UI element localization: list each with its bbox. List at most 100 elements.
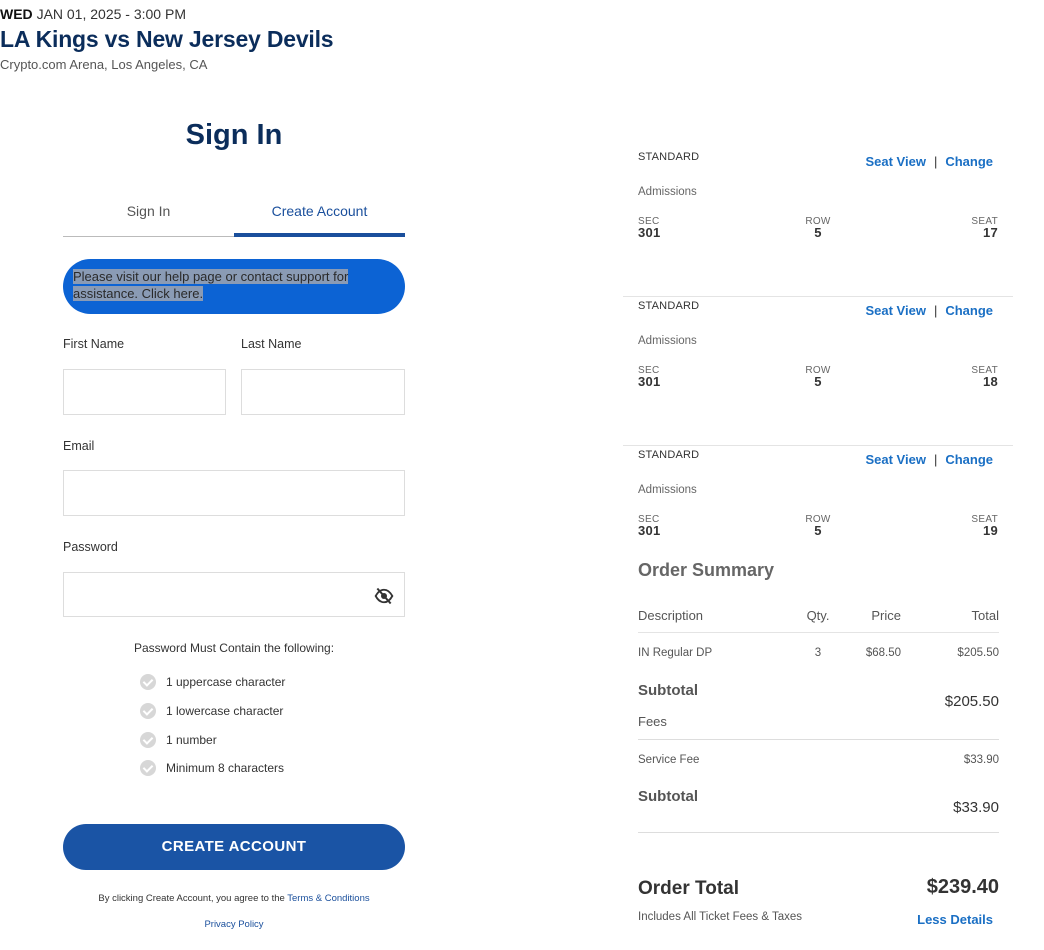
create-account-form: Sign In Sign In Create Account Please vi… [63,110,405,930]
check-icon [140,760,156,776]
ticket-row: ROW 5 [803,365,833,389]
ticket-seat: SEAT 18 [971,365,998,388]
fees-label: Fees [638,714,667,729]
order-total-label: Order Total [638,878,739,899]
ticket-row: ROW 5 [803,514,833,538]
first-name-field[interactable] [63,369,226,415]
password-rule-text: Minimum 8 characters [166,761,285,775]
subtotal-label: Subtotal [638,682,698,699]
order-summary-title: Order Summary [638,560,775,580]
fee-total: $33.90 [963,754,999,766]
help-notice[interactable]: Please visit our help page or contact su… [63,259,405,314]
privacy-link[interactable]: Privacy Policy [204,919,263,930]
ticket-links: Seat View | Change [865,452,993,467]
password-field[interactable] [63,572,405,617]
row-value: 5 [814,374,822,389]
ticket-row: ROW 5 [803,216,833,240]
create-account-button[interactable]: CREATE ACCOUNT [63,824,405,870]
password-rule: Minimum 8 characters [140,760,284,776]
ticket-card: STANDARD Seat View | Change Admissions SEC… [623,446,1013,546]
sec-value: 301 [638,374,661,389]
eye-off-icon[interactable] [374,586,394,606]
password-rule-text: 1 uppercase character [166,675,286,689]
seat-value: 17 [982,225,998,240]
ticket-links: Seat View | Change [865,303,993,318]
line-price: $68.50 [865,647,901,659]
seat-value: 19 [982,523,998,538]
ticket-card: STANDARD Seat View | Change Admissions SEC… [623,148,1013,297]
subtotal-value: $205.50 [944,693,999,710]
seat-view-link[interactable]: Seat View [865,303,925,318]
event-datetime: JAN 01, 2025 - 3:00 PM [36,6,186,22]
summary-header-row: Description Qty. Price Total [638,608,999,633]
ticket-sec: SEC 301 [638,216,661,240]
link-separator: | [933,154,938,169]
ticket-type: STANDARD [638,151,700,163]
first-name-label: First Name [63,337,125,351]
ticket-type: STANDARD [638,449,700,461]
ticket-seat: SEAT 19 [971,514,998,538]
password-rule: 1 uppercase character [140,674,285,690]
auth-tabs: Sign In Create Account [63,190,405,237]
line-qty: 3 [814,647,822,659]
col-total: Total [971,608,999,623]
ticket-admission: Admissions [638,186,697,198]
event-venue: Crypto.com Arena, Los Angeles, CA [0,57,208,72]
password-rule: 1 number [140,732,217,748]
col-description: Description [638,608,704,623]
sec-value: 301 [638,225,661,240]
password-label: Password [63,540,118,554]
col-qty: Qty. [806,608,830,623]
line-description: IN Regular DP [638,647,713,659]
check-icon [140,674,156,690]
terms-link[interactable]: Terms & Conditions [287,893,369,904]
legal-prefix: By clicking Create Account, you agree to… [98,893,285,904]
ticket-admission: Admissions [638,335,697,347]
password-rule-text: 1 number [166,733,217,747]
col-price: Price [871,608,901,623]
fee-description: Service Fee [638,754,700,766]
line-total: $205.50 [957,647,999,659]
email-field[interactable] [63,470,405,516]
fees-divider [638,739,999,740]
row-value: 5 [814,225,822,240]
fees-subtotal-label: Subtotal [638,788,698,805]
email-label: Email [63,439,95,453]
tab-create-account[interactable]: Create Account [234,190,405,237]
password-rule-text: 1 lowercase character [166,704,284,718]
seat-view-link[interactable]: Seat View [865,452,925,467]
ticket-sec: SEC 301 [638,514,661,538]
order-summary: Order Summary Description Qty. Price Tot… [638,560,999,927]
privacy-row: Privacy Policy [63,919,405,930]
password-rule: 1 lowercase character [140,703,283,719]
link-separator: | [933,303,938,318]
sec-value: 301 [638,523,661,538]
last-name-label: Last Name [241,337,302,351]
less-details-link[interactable]: Less Details [917,912,993,927]
help-notice-text: Please visit our help page or contact su… [73,269,349,301]
order-total-note: Includes All Ticket Fees & Taxes [638,911,803,923]
ticket-seat: SEAT 17 [971,216,998,240]
event-day: WED [0,6,33,22]
legal-text: By clicking Create Account, you agree to… [63,893,405,904]
total-divider [638,832,999,833]
ticket-sec: SEC 301 [638,365,661,389]
seat-view-link[interactable]: Seat View [865,154,925,169]
ticket-links: Seat View | Change [865,154,993,169]
password-rules-title: Password Must Contain the following: [133,641,335,655]
change-link[interactable]: Change [945,452,993,467]
link-separator: | [933,452,938,467]
check-icon [140,732,156,748]
last-name-field[interactable] [241,369,405,415]
fees-subtotal-value: $33.90 [953,799,999,816]
tab-sign-in[interactable]: Sign In [63,190,234,236]
ticket-card: STANDARD Seat View | Change Admissions SEC… [623,297,1013,446]
ticket-admission: Admissions [638,484,697,496]
event-title: LA Kings vs New Jersey Devils [0,26,334,52]
event-date: WED JAN 01, 2025 - 3:00 PM [0,6,186,22]
change-link[interactable]: Change [945,303,993,318]
ticket-type: STANDARD [638,300,700,312]
change-link[interactable]: Change [945,154,993,169]
row-value: 5 [814,523,822,538]
page-title: Sign In [185,119,283,151]
